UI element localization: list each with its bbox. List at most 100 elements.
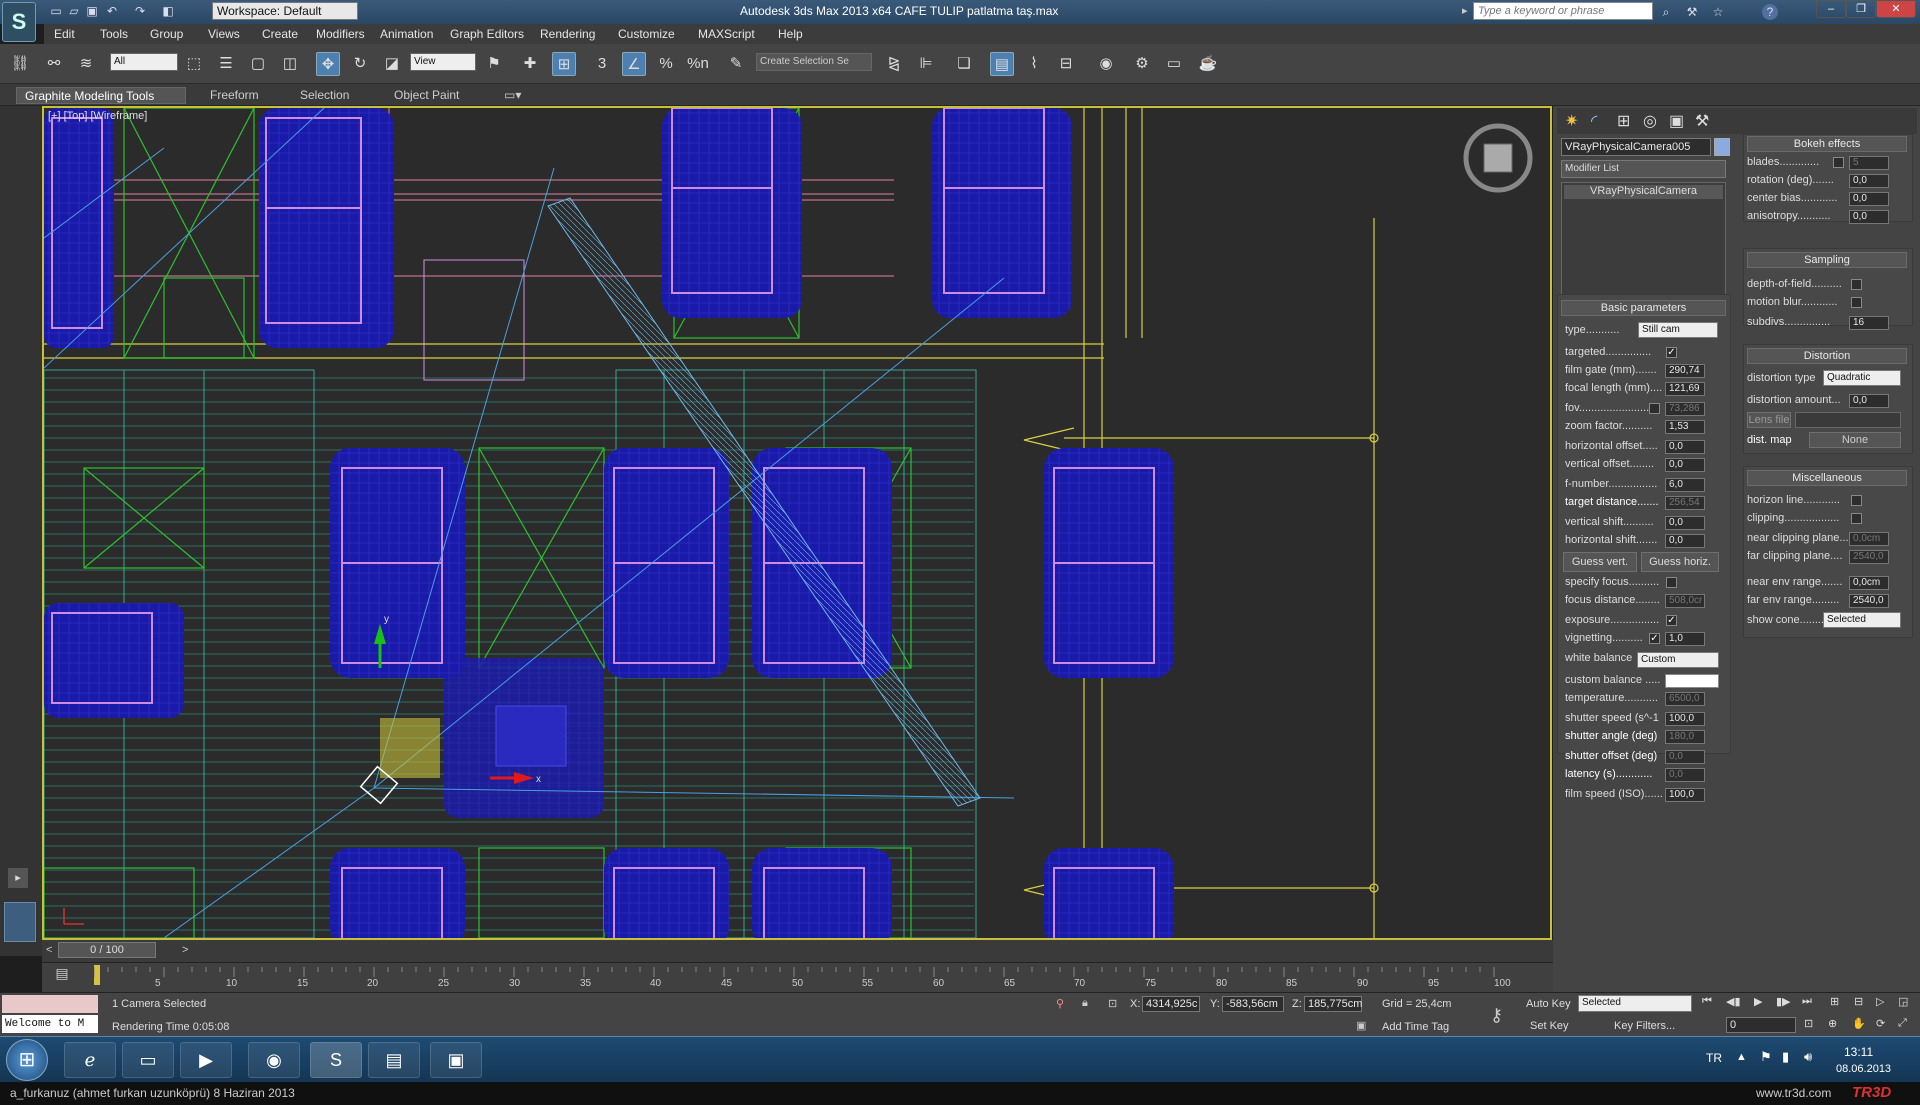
tray-arrow-icon[interactable]: ▲: [1736, 1051, 1747, 1063]
open-file-icon[interactable]: ▱: [66, 3, 82, 19]
key-icon[interactable]: ⚷: [1490, 1005, 1503, 1026]
time-slider[interactable]: < 0 / 100 >: [42, 940, 1553, 962]
zoom-spinner[interactable]: 1,53: [1665, 420, 1705, 434]
selection-filter-dropdown[interactable]: All: [110, 53, 178, 71]
blades-spinner[interactable]: 5: [1849, 156, 1889, 170]
z-coordinate-field[interactable]: 185,775cm: [1304, 996, 1362, 1012]
bind-space-warp-icon[interactable]: ≋: [74, 52, 98, 76]
lens-file-button[interactable]: Lens file: [1747, 412, 1791, 428]
edit-named-sel-icon[interactable]: ✎: [724, 52, 748, 76]
hierarchy-tab-icon[interactable]: ⊞: [1617, 111, 1630, 131]
menu-animation[interactable]: Animation: [380, 27, 433, 41]
targeted-checkbox[interactable]: ✓: [1666, 347, 1677, 358]
zoom-extents-icon[interactable]: ⊞: [1830, 995, 1839, 1008]
image-viewer-icon[interactable]: ▣: [430, 1042, 482, 1078]
angle-snap-icon[interactable]: ∠: [622, 52, 646, 76]
near-clip-spinner[interactable]: 0,0cm: [1849, 532, 1889, 546]
rotation-spinner[interactable]: 0,0: [1849, 174, 1889, 188]
pivot-center-icon[interactable]: ⚑: [482, 52, 506, 76]
auto-key-button[interactable]: Auto Key: [1526, 998, 1571, 1010]
create-tab-icon[interactable]: ✷: [1565, 111, 1578, 131]
star-icon[interactable]: ☆: [1710, 4, 1726, 20]
viewport-thumb[interactable]: [4, 902, 36, 942]
percent-snap-icon[interactable]: %: [654, 52, 678, 76]
guess-horiz-button[interactable]: Guess horiz.: [1641, 552, 1719, 572]
goto-end-icon[interactable]: ⏭: [1802, 995, 1812, 1008]
shutter-offset-spinner[interactable]: 0,0: [1665, 750, 1705, 764]
utilities-tab-icon[interactable]: ⚒: [1695, 111, 1709, 131]
close-icon[interactable]: ✕: [1876, 0, 1916, 18]
temperature-spinner[interactable]: 6500,0: [1665, 692, 1705, 706]
graphite-toggle-icon[interactable]: ▤: [990, 52, 1014, 76]
viewport-label[interactable]: [+] [Top] [Wireframe]: [48, 110, 147, 122]
near-env-spinner[interactable]: 0,0cm: [1849, 576, 1889, 590]
prev-frame-icon[interactable]: <: [46, 944, 52, 956]
arrow-right-icon[interactable]: ▸: [1462, 4, 1468, 17]
display-tab-icon[interactable]: ▣: [1669, 111, 1684, 131]
goto-start-icon[interactable]: ⏮: [1702, 995, 1712, 1008]
x-coordinate-field[interactable]: 4314,925c: [1142, 996, 1200, 1012]
blades-checkbox[interactable]: [1833, 157, 1844, 168]
orbit-icon[interactable]: ⟳: [1876, 1017, 1885, 1030]
select-by-name-icon[interactable]: ☰: [214, 52, 238, 76]
vignetting-spinner[interactable]: 1,0: [1665, 632, 1705, 646]
tab-graphite-modeling-tools[interactable]: Graphite Modeling Tools: [16, 87, 186, 104]
restore-icon[interactable]: ❐: [1846, 0, 1876, 18]
save-file-icon[interactable]: ▣: [84, 3, 100, 19]
keyboard-shortcut-icon[interactable]: ⊞: [552, 52, 576, 76]
add-time-tag[interactable]: Add Time Tag: [1382, 1021, 1449, 1033]
latency-spinner[interactable]: 0,0: [1665, 768, 1705, 782]
prev-key-icon[interactable]: ◀▮: [1726, 995, 1741, 1008]
ie-icon[interactable]: ℯ: [64, 1042, 116, 1078]
schematic-view-icon[interactable]: ⊟: [1054, 52, 1078, 76]
rect-selection-icon[interactable]: ▢: [246, 52, 270, 76]
target-distance-spinner[interactable]: 256,54: [1665, 496, 1705, 510]
horizon-checkbox[interactable]: [1851, 495, 1862, 506]
volume-icon[interactable]: 🔊︎: [1804, 1049, 1812, 1065]
bokeh-header[interactable]: Bokeh effects: [1747, 136, 1907, 152]
new-file-icon[interactable]: ▭: [48, 3, 64, 19]
lens-file-path[interactable]: [1795, 412, 1901, 428]
network-icon[interactable]: ▮: [1782, 1049, 1789, 1065]
tab-object-paint[interactable]: Object Paint: [386, 87, 467, 104]
anisotropy-spinner[interactable]: 0,0: [1849, 210, 1889, 224]
app-logo[interactable]: S: [2, 2, 36, 42]
fov-spinner[interactable]: 73,286: [1665, 402, 1705, 416]
hoff-spinner[interactable]: 0,0: [1665, 440, 1705, 454]
minimize-icon[interactable]: –: [1816, 0, 1846, 18]
menu-maxscript[interactable]: MAXScript: [698, 27, 755, 41]
vshift-spinner[interactable]: 0,0: [1665, 516, 1705, 530]
subdivs-spinner[interactable]: 16: [1849, 316, 1889, 330]
vignetting-checkbox[interactable]: ✓: [1649, 633, 1660, 644]
maxscript-listener-top[interactable]: [2, 995, 98, 1013]
align-icon[interactable]: ⊫: [914, 52, 938, 76]
render-setup-icon[interactable]: ⚙: [1130, 52, 1154, 76]
object-color-swatch[interactable]: [1714, 138, 1730, 156]
link-icon[interactable]: ⛓: [8, 52, 32, 76]
menu-create[interactable]: Create: [262, 27, 298, 41]
fov-viewport-icon[interactable]: ▷: [1876, 995, 1884, 1008]
winrar-icon[interactable]: ▤: [368, 1042, 420, 1078]
action-center-icon[interactable]: ⚑: [1760, 1049, 1772, 1065]
camera-type-dropdown[interactable]: Still cam: [1638, 322, 1718, 338]
redo-icon[interactable]: ↷: [132, 3, 148, 19]
clipping-checkbox[interactable]: [1851, 513, 1862, 524]
lock-icon[interactable]: 🔒︎: [1082, 997, 1088, 1010]
select-manipulate-icon[interactable]: ✚: [518, 52, 542, 76]
rotate-icon[interactable]: ↻: [348, 52, 372, 76]
basic-params-header[interactable]: Basic parameters: [1561, 300, 1726, 316]
y-coordinate-field[interactable]: -583,56cm: [1222, 996, 1284, 1012]
play-icon[interactable]: ▶: [1754, 995, 1762, 1008]
next-frame-icon[interactable]: >: [182, 944, 188, 956]
curve-editor-icon[interactable]: ⌇: [1022, 52, 1046, 76]
film-speed-spinner[interactable]: 100,0: [1665, 788, 1705, 802]
distortion-header[interactable]: Distortion: [1747, 348, 1907, 364]
3dsmax-task-icon[interactable]: S: [310, 1042, 362, 1078]
named-selection-dropdown[interactable]: Create Selection Se: [756, 53, 872, 71]
modify-tab-icon[interactable]: ◜: [1591, 111, 1597, 131]
menu-rendering[interactable]: Rendering: [540, 27, 595, 41]
hshift-spinner[interactable]: 0,0: [1665, 534, 1705, 548]
media-player-icon[interactable]: ▶: [180, 1042, 232, 1078]
shutter-speed-spinner[interactable]: 100,0: [1665, 712, 1705, 726]
menu-edit[interactable]: Edit: [54, 27, 75, 41]
